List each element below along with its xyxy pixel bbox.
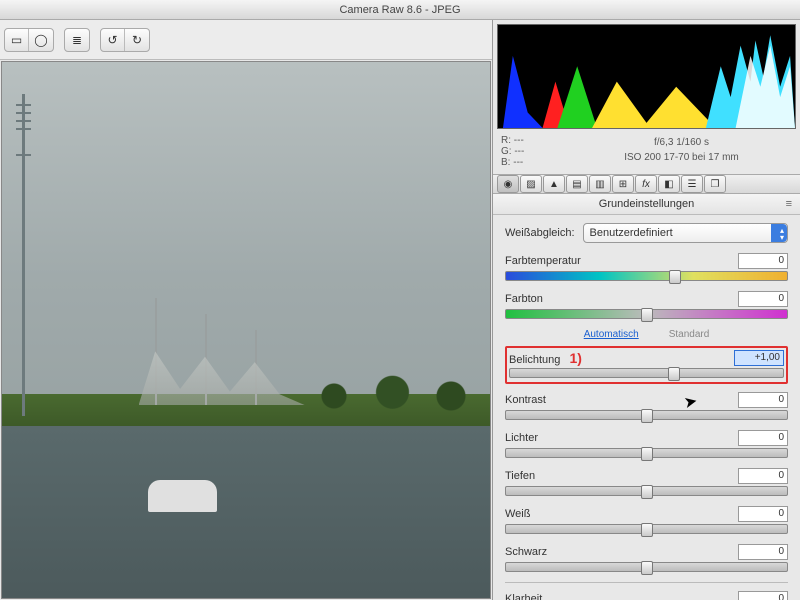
tab-hsl[interactable]: ▤ xyxy=(566,175,588,193)
metadata-readout: R: --- G: --- B: --- f/6,3 1/160 s ISO 2… xyxy=(493,133,800,174)
tab-lens[interactable]: ⊞ xyxy=(612,175,634,193)
rotate-ccw-icon[interactable]: ↺ xyxy=(101,29,125,51)
panel-title: Grundeinstellungen xyxy=(493,194,800,215)
list-icon[interactable]: ▭ xyxy=(5,29,29,51)
tab-split[interactable]: ▥ xyxy=(589,175,611,193)
panel-tabs: ◉ ▨ ▲ ▤ ▥ ⊞ fx ◧ ☰ ❐ xyxy=(493,174,800,194)
tone-value-1[interactable]: 0 xyxy=(738,430,788,446)
tone-label-4: Schwarz xyxy=(505,546,547,558)
tab-basic[interactable]: ◉ xyxy=(497,175,519,193)
temp-label: Farbtemperatur xyxy=(505,255,581,267)
window-title: Camera Raw 8.6 - JPEG xyxy=(0,0,800,20)
histogram[interactable] xyxy=(497,24,796,129)
exposure-highlight: Belichtung 1) +1,00 xyxy=(505,346,788,384)
clarity-value[interactable]: 0 xyxy=(738,591,788,600)
tone-label-0: Kontrast xyxy=(505,394,546,406)
wb-select[interactable]: Benutzerdefiniert ▴▾ xyxy=(583,223,789,243)
auto-link[interactable]: Automatisch xyxy=(584,329,639,340)
tone-value-0[interactable]: 0 xyxy=(738,392,788,408)
tint-label: Farbton xyxy=(505,293,543,305)
tab-curve[interactable]: ▨ xyxy=(520,175,542,193)
tone-label-3: Weiß xyxy=(505,508,530,520)
tone-value-2[interactable]: 0 xyxy=(738,468,788,484)
wb-label: Weißabgleich: xyxy=(505,227,575,239)
tone-slider-1[interactable] xyxy=(505,448,788,458)
annotation-1: 1) xyxy=(569,350,581,366)
image-preview[interactable] xyxy=(1,61,491,599)
tab-detail[interactable]: ▲ xyxy=(543,175,565,193)
tone-value-4[interactable]: 0 xyxy=(738,544,788,560)
tone-slider-2[interactable] xyxy=(505,486,788,496)
tone-slider-3[interactable] xyxy=(505,524,788,534)
bullets-icon[interactable]: ≣ xyxy=(65,29,89,51)
tab-presets[interactable]: ☰ xyxy=(681,175,703,193)
tab-snapshots[interactable]: ❐ xyxy=(704,175,726,193)
tone-slider-0[interactable] xyxy=(505,410,788,420)
circle-icon[interactable]: ◯ xyxy=(29,29,53,51)
tone-slider-4[interactable] xyxy=(505,562,788,572)
exposure-slider[interactable] xyxy=(509,368,784,378)
exposure-label: Belichtung xyxy=(509,354,560,366)
clarity-label: Klarheit xyxy=(505,593,542,600)
rotate-cw-icon[interactable]: ↻ xyxy=(125,29,149,51)
tone-value-3[interactable]: 0 xyxy=(738,506,788,522)
default-link[interactable]: Standard xyxy=(669,329,710,340)
tab-fx[interactable]: fx xyxy=(635,175,657,193)
exposure-value[interactable]: +1,00 xyxy=(734,350,784,366)
top-toolbar: ▭ ◯ ≣ ↺ ↻ xyxy=(0,20,492,60)
tab-camera[interactable]: ◧ xyxy=(658,175,680,193)
tint-value[interactable]: 0 xyxy=(738,291,788,307)
tint-slider[interactable] xyxy=(505,309,788,319)
temp-value[interactable]: 0 xyxy=(738,253,788,269)
tone-label-1: Lichter xyxy=(505,432,538,444)
temp-slider[interactable] xyxy=(505,271,788,281)
tone-label-2: Tiefen xyxy=(505,470,535,482)
